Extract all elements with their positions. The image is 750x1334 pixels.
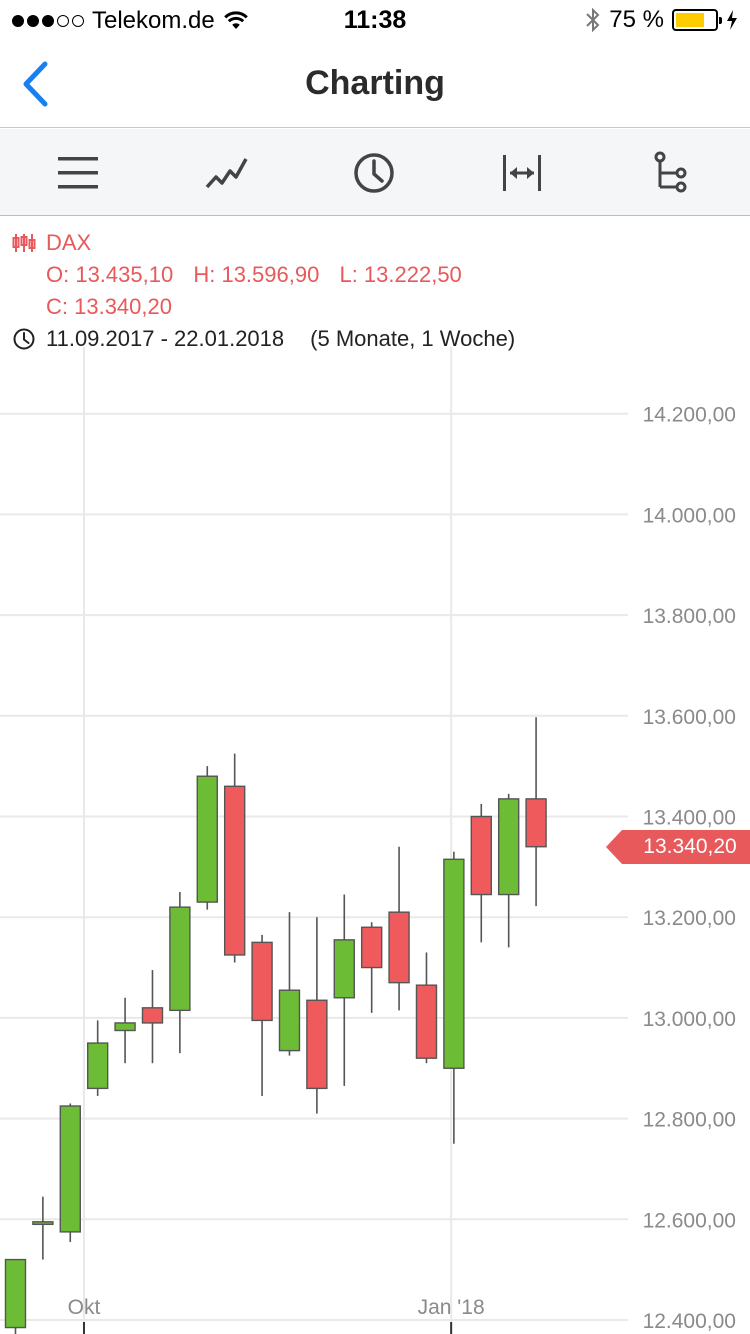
menu-button[interactable] (52, 147, 104, 199)
battery-icon (672, 9, 722, 31)
battery-level (676, 13, 704, 27)
candlestick-icon (12, 234, 36, 252)
y-tick-label: 12.800,00 (643, 1109, 736, 1132)
navigation-bar: Charting (0, 40, 750, 128)
battery-nub (719, 17, 722, 24)
candle-body (470, 815, 492, 896)
last-price: 13.340,20 (643, 834, 737, 858)
candle-body (388, 911, 410, 984)
time-range-button[interactable] (348, 147, 400, 199)
menu-icon (58, 157, 98, 189)
close-value: C: 13.340,20 (46, 294, 172, 319)
candle-body (32, 1221, 54, 1226)
y-tick-label: 13.400,00 (643, 807, 736, 830)
compare-icon (654, 151, 687, 193)
range-icon (503, 155, 541, 191)
bluetooth-icon (586, 7, 600, 33)
range-button[interactable] (496, 147, 548, 199)
duration: (5 Monate, 1 Woche) (310, 326, 516, 351)
candle-body (525, 798, 547, 848)
candle-body (114, 1022, 136, 1032)
close-row: C: 13.340,20 (12, 291, 515, 323)
y-tick-label: 12.600,00 (643, 1209, 736, 1232)
candle-body (333, 939, 355, 999)
candle-body (196, 775, 218, 903)
line-chart-icon (205, 158, 248, 189)
chart-area[interactable]: 14.200,00 14.000,00 13.800,00 13.600,00 13.4… (0, 217, 750, 1334)
battery-percent: 75 % (609, 6, 664, 33)
candlestick-chart[interactable]: 14.200,00 14.000,00 13.800,00 13.600,00 13.4… (0, 217, 750, 1334)
clock-icon (13, 328, 35, 350)
page-title: Charting (305, 64, 445, 102)
ohlc-values: O: 13.435,10 H: 13.596,90 L: 13.222,50 (12, 259, 515, 291)
instrument-info: DAX O: 13.435,10 H: 13.596,90 L: 13.222,… (12, 227, 515, 355)
candle-body (86, 1042, 109, 1090)
status-right: 75 % (585, 6, 738, 34)
last-price-tag: 13.340,20 (606, 829, 750, 864)
candle-body (141, 1007, 164, 1024)
y-tick-label: 14.200,00 (643, 404, 736, 427)
x-tick-label: Jan '18 (418, 1296, 485, 1319)
instrument-row: DAX (12, 227, 515, 259)
low-value: L: 13.222,50 (339, 262, 462, 287)
chart-toolbar (0, 129, 750, 216)
candle-body (443, 858, 465, 1069)
y-tick-label: 13.000,00 (643, 1008, 736, 1031)
candle-body (278, 989, 301, 1052)
y-tick-label: 13.800,00 (643, 605, 736, 628)
date-range: 11.09.2017 - 22.01.2018 (46, 326, 285, 351)
instrument-name: DAX (46, 230, 92, 255)
candle-body (4, 1258, 27, 1329)
clock-icon (354, 153, 394, 193)
charging-icon (727, 10, 737, 30)
y-tick-label: 12.400,00 (643, 1310, 736, 1333)
candle-body (415, 984, 438, 1059)
candle-body (223, 785, 246, 956)
y-tick-label: 13.200,00 (643, 907, 736, 930)
compare-button[interactable] (644, 147, 696, 199)
high-value: H: 13.596,90 (193, 262, 320, 287)
x-tick-label: Okt (68, 1296, 101, 1319)
candle-body (306, 999, 328, 1090)
chart-type-button[interactable] (200, 147, 252, 199)
date-range-row: 11.09.2017 - 22.01.2018 (5 Monate, 1 Woc… (12, 323, 515, 355)
candle-body (169, 906, 191, 1012)
candle-body (59, 1105, 81, 1233)
y-tick-label: 13.600,00 (643, 706, 736, 729)
open-value: O: 13.435,10 (46, 262, 174, 287)
y-tick-label: 14.000,00 (643, 504, 736, 527)
status-bar: Telekom.de 11:38 75 % (0, 0, 750, 40)
candle-body (251, 941, 273, 1022)
candle-body (497, 798, 520, 896)
candle-body (360, 926, 383, 969)
